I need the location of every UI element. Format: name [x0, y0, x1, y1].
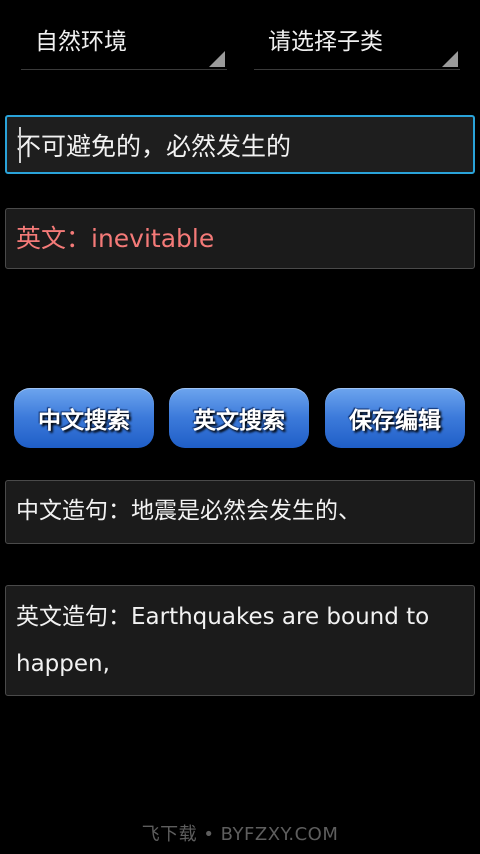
chinese-search-button[interactable]: 中文搜索: [14, 388, 154, 448]
dropdown-triangle-icon: [442, 51, 458, 67]
text-cursor: [19, 127, 21, 163]
chinese-sentence-box: 中文造句：地震是必然会发生的、: [5, 480, 475, 544]
english-result-box: 英文：inevitable: [5, 208, 475, 269]
chinese-example-sentence: 中文造句：地震是必然会发生的、: [16, 498, 361, 524]
category-spinner[interactable]: 自然环境: [21, 14, 227, 70]
english-example-sentence: 英文造句：Earthquakes are bound to happen,: [16, 604, 430, 677]
site-watermark: 飞下载 • BYFZXY.COM: [141, 824, 339, 845]
save-edit-button[interactable]: 保存编辑: [325, 388, 465, 448]
english-search-button[interactable]: 英文搜索: [169, 388, 309, 448]
subcategory-spinner-label: 请选择子类: [268, 29, 383, 55]
english-sentence-box: 英文造句：Earthquakes are bound to happen,: [5, 585, 475, 696]
english-translation-text: 英文：inevitable: [16, 224, 215, 253]
chinese-input-container: [5, 115, 475, 174]
subcategory-spinner[interactable]: 请选择子类: [254, 14, 460, 70]
category-spinner-label: 自然环境: [35, 29, 127, 55]
chinese-word-input[interactable]: [7, 117, 473, 172]
dropdown-triangle-icon: [209, 51, 225, 67]
